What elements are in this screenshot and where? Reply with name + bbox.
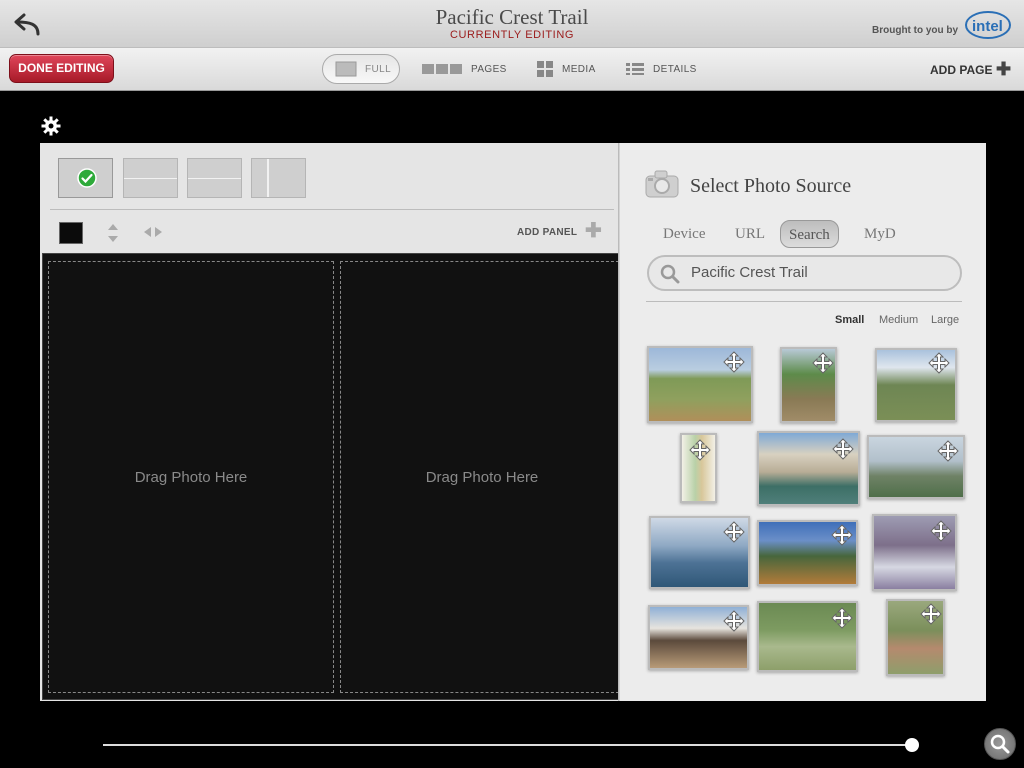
size-medium[interactable]: Medium — [879, 314, 918, 326]
page-canvas: Drag Photo Here Drag Photo Here — [42, 253, 629, 700]
move-icon[interactable] — [723, 351, 745, 373]
view-details-label: DETAILS — [653, 63, 697, 75]
size-small[interactable]: Small — [835, 314, 864, 326]
layout-single[interactable] — [58, 158, 113, 198]
view-pages-label: PAGES — [471, 63, 507, 75]
tab-search[interactable]: Search — [780, 220, 839, 248]
camera-icon — [645, 170, 679, 198]
divider — [50, 209, 614, 210]
intel-logo: intel — [965, 11, 1011, 39]
move-icon[interactable] — [812, 352, 834, 374]
photo-search-input[interactable]: Pacific Crest Trail — [647, 255, 962, 291]
divider — [646, 301, 962, 302]
move-icon[interactable] — [689, 439, 711, 461]
search-value: Pacific Crest Trail — [691, 264, 808, 281]
zoom-slider-track[interactable] — [103, 744, 913, 746]
move-icon[interactable] — [832, 438, 854, 460]
view-full-button[interactable]: FULL — [322, 54, 400, 84]
background-color-swatch[interactable] — [59, 222, 83, 244]
full-view-icon — [335, 61, 357, 77]
tab-myd[interactable]: MyD — [864, 220, 896, 248]
photo-source-title: Select Photo Source — [690, 175, 852, 197]
zoom-button[interactable] — [984, 728, 1016, 760]
magnifier-icon — [990, 734, 1010, 754]
details-list-icon — [626, 63, 644, 75]
move-icon[interactable] — [723, 521, 745, 543]
drop-zone-label: Drag Photo Here — [425, 468, 539, 486]
zoom-slider-handle[interactable] — [905, 738, 919, 752]
tab-device[interactable]: Device — [663, 220, 705, 248]
move-icon[interactable] — [831, 524, 853, 546]
check-icon — [77, 168, 97, 188]
horizontal-arrows-icon[interactable] — [143, 225, 163, 239]
view-pages-button[interactable]: PAGES — [421, 54, 507, 84]
view-media-button[interactable]: MEDIA — [536, 54, 596, 84]
add-page-button[interactable]: ADD PAGE — [930, 63, 992, 77]
photo-drop-zone[interactable]: Drag Photo Here — [48, 261, 334, 693]
add-panel-plus-icon[interactable]: ✚ — [585, 221, 602, 241]
search-icon — [660, 264, 680, 284]
layout-two-rows[interactable] — [123, 158, 178, 198]
view-details-button[interactable]: DETAILS — [625, 54, 697, 84]
tab-url[interactable]: URL — [735, 220, 765, 248]
done-editing-button[interactable]: DONE EDITING — [9, 54, 114, 83]
media-grid-icon — [537, 61, 553, 77]
move-icon[interactable] — [937, 440, 959, 462]
move-icon[interactable] — [920, 603, 942, 625]
move-icon[interactable] — [928, 352, 950, 374]
view-full-label: FULL — [365, 63, 392, 75]
view-media-label: MEDIA — [562, 63, 596, 75]
title-bar: Pacific Crest Trail CURRENTLY EDITING Br… — [0, 0, 1024, 48]
layout-two-columns[interactable] — [251, 158, 306, 198]
toolbar: DONE EDITING FULL PAGES MEDIA DETAILS AD… — [0, 48, 1024, 91]
editing-status: CURRENTLY EDITING — [449, 29, 575, 41]
pages-view-icon — [422, 64, 462, 74]
photo-drop-zone[interactable]: Drag Photo Here — [340, 261, 624, 693]
add-panel-button[interactable]: ADD PANEL — [517, 227, 577, 238]
sponsor-text: Brought to you by — [872, 25, 959, 36]
vertical-arrows-icon[interactable] — [106, 222, 120, 244]
move-icon[interactable] — [930, 520, 952, 542]
drop-zone-label: Drag Photo Here — [134, 468, 248, 486]
layout-two-rows-alt[interactable] — [187, 158, 242, 198]
intel-logo-text: intel — [972, 18, 1003, 35]
gear-icon[interactable] — [41, 116, 61, 136]
move-icon[interactable] — [723, 610, 745, 632]
page-title: Pacific Crest Trail — [435, 5, 589, 29]
add-page-plus-icon[interactable]: ✚ — [996, 60, 1011, 78]
source-tabs: Device URL Search MyD — [620, 217, 986, 248]
size-large[interactable]: Large — [931, 314, 959, 326]
move-icon[interactable] — [831, 607, 853, 629]
